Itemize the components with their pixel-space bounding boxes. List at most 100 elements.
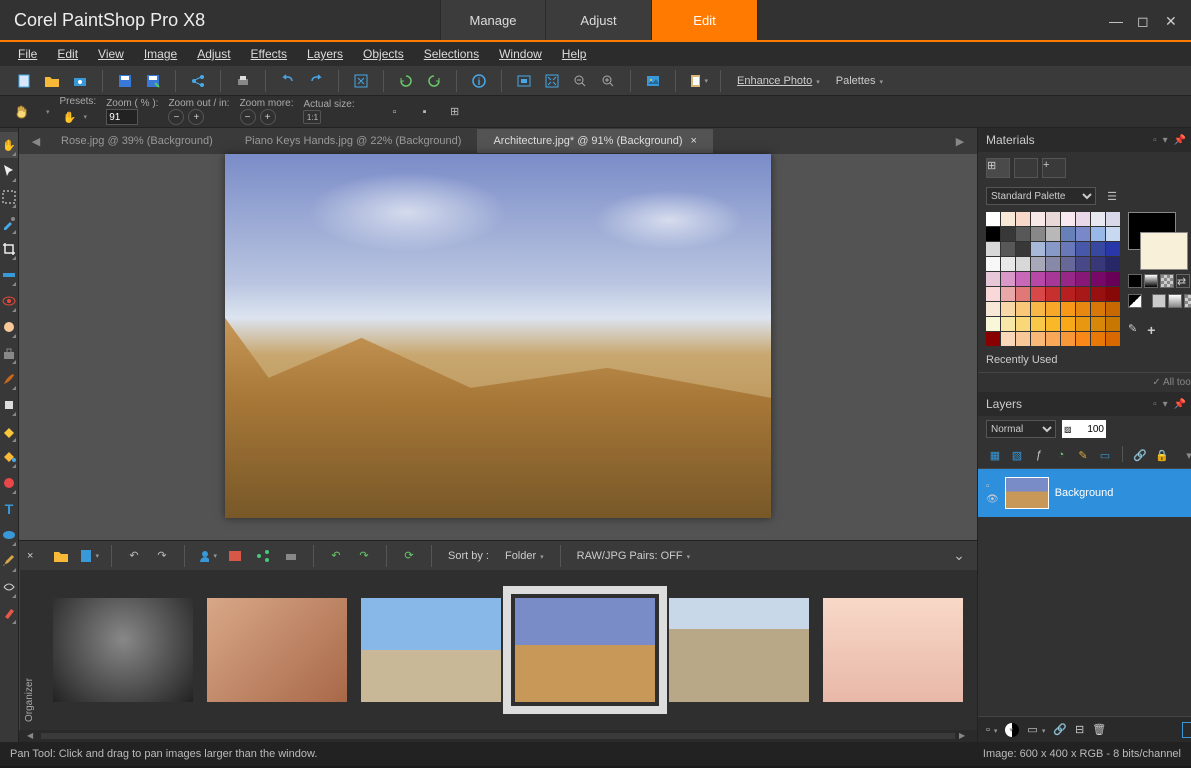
panel-dropdown-icon[interactable]: ▾ bbox=[1163, 399, 1168, 410]
color-swatch[interactable] bbox=[1106, 317, 1120, 331]
pan-tool[interactable]: ✋ bbox=[0, 132, 18, 158]
color-swatch[interactable] bbox=[1031, 302, 1045, 316]
browse-icon[interactable] bbox=[643, 71, 663, 91]
color-swatch[interactable] bbox=[1031, 317, 1045, 331]
delete-layer-button[interactable]: 🗑 bbox=[1092, 723, 1106, 736]
layer-mask-button[interactable]: ▭ bbox=[1027, 723, 1045, 736]
org-refresh-icon[interactable]: ⟳ bbox=[399, 546, 419, 566]
color-swatch[interactable] bbox=[1106, 257, 1120, 271]
color-swatch[interactable] bbox=[1001, 242, 1015, 256]
color-swatch[interactable] bbox=[1031, 242, 1045, 256]
style-gradient-icon[interactable] bbox=[1144, 274, 1158, 288]
zoom-out-button[interactable]: − bbox=[168, 109, 184, 125]
color-swatch[interactable] bbox=[1076, 227, 1090, 241]
panel-dropdown-icon[interactable]: ▾ bbox=[1163, 135, 1168, 146]
color-swatch[interactable] bbox=[1106, 302, 1120, 316]
color-swatch[interactable] bbox=[1061, 302, 1075, 316]
blend-mode-select[interactable]: Normal bbox=[986, 420, 1056, 438]
color-swatch[interactable] bbox=[1031, 332, 1045, 346]
color-swatch[interactable] bbox=[1046, 257, 1060, 271]
color-swatch[interactable] bbox=[1016, 332, 1030, 346]
materials-tab-rainbow[interactable] bbox=[1014, 158, 1038, 178]
color-swatch[interactable] bbox=[1016, 302, 1030, 316]
color-swatch[interactable] bbox=[1061, 227, 1075, 241]
print-icon[interactable] bbox=[233, 71, 253, 91]
background-color[interactable] bbox=[1140, 232, 1188, 270]
color-swatch[interactable] bbox=[1106, 212, 1120, 226]
fit-screen-icon[interactable] bbox=[514, 71, 534, 91]
layer-row-background[interactable]: ▫ 👁 Background bbox=[978, 469, 1191, 517]
scroll-right-icon[interactable]: ▶ bbox=[959, 731, 969, 741]
eraser-tool[interactable] bbox=[0, 418, 18, 444]
palette-list-icon[interactable]: ☰ bbox=[1102, 186, 1122, 206]
menu-layers[interactable]: Layers bbox=[299, 44, 351, 64]
lighten-tool[interactable] bbox=[0, 392, 18, 418]
color-swatch[interactable] bbox=[1046, 227, 1060, 241]
menu-image[interactable]: Image bbox=[136, 44, 185, 64]
add-swatch-icon[interactable]: + bbox=[1147, 322, 1155, 338]
organizer-close-icon[interactable]: × bbox=[27, 550, 43, 562]
style-solid-icon[interactable] bbox=[1128, 274, 1142, 288]
pen-tool[interactable] bbox=[0, 548, 18, 574]
org-people-icon[interactable] bbox=[197, 546, 217, 566]
new-raster-layer-icon[interactable]: ▦ bbox=[986, 446, 1004, 464]
palettes-menu[interactable]: Palettes bbox=[832, 75, 887, 87]
doc-tab-close-icon[interactable]: × bbox=[691, 135, 697, 147]
lock-layers-icon[interactable]: 🔒 bbox=[1153, 446, 1171, 464]
color-swatch[interactable] bbox=[986, 257, 1000, 271]
paint-brush-tool[interactable] bbox=[0, 366, 18, 392]
thumbnail[interactable] bbox=[823, 598, 963, 702]
color-swatch[interactable] bbox=[986, 302, 1000, 316]
color-swatch[interactable] bbox=[1001, 272, 1015, 286]
thumbnail[interactable] bbox=[361, 598, 501, 702]
color-swatch[interactable] bbox=[1106, 272, 1120, 286]
color-swatch[interactable] bbox=[1076, 242, 1090, 256]
color-swatch[interactable] bbox=[1001, 317, 1015, 331]
org-rotate-right-icon[interactable]: ↷ bbox=[152, 546, 172, 566]
open-folder-icon[interactable] bbox=[42, 71, 62, 91]
menu-file[interactable]: File bbox=[10, 44, 45, 64]
color-swatch[interactable] bbox=[1091, 212, 1105, 226]
share-icon[interactable] bbox=[188, 71, 208, 91]
color-swatch[interactable] bbox=[1061, 317, 1075, 331]
org-view-icon[interactable] bbox=[79, 546, 99, 566]
color-swatch[interactable] bbox=[1046, 302, 1060, 316]
panel-pin-icon[interactable]: 📌 bbox=[1174, 399, 1186, 410]
menu-view[interactable]: View bbox=[90, 44, 132, 64]
color-swatch[interactable] bbox=[1091, 257, 1105, 271]
materials-tab-swatch[interactable]: ⊞ bbox=[986, 158, 1010, 178]
style2-pattern-icon[interactable] bbox=[1184, 294, 1191, 308]
preset-hand-icon[interactable]: ✋ bbox=[60, 107, 80, 127]
menu-help[interactable]: Help bbox=[554, 44, 595, 64]
style-pattern-icon[interactable] bbox=[1160, 274, 1174, 288]
workspace-tab-edit[interactable]: Edit bbox=[652, 0, 758, 40]
pan-tool-icon[interactable] bbox=[12, 102, 32, 122]
thumbnail-selected[interactable] bbox=[515, 598, 655, 702]
pick-tool[interactable] bbox=[0, 158, 18, 184]
org-undo-icon[interactable]: ↶ bbox=[326, 546, 346, 566]
color-swatch[interactable] bbox=[1046, 272, 1060, 286]
color-swatch[interactable] bbox=[1046, 212, 1060, 226]
undo-history-icon[interactable] bbox=[396, 71, 416, 91]
redo-icon[interactable] bbox=[306, 71, 326, 91]
color-swatch[interactable] bbox=[1076, 302, 1090, 316]
color-swatch[interactable] bbox=[986, 242, 1000, 256]
color-swatch[interactable] bbox=[986, 227, 1000, 241]
new-group-icon[interactable]: ▭ bbox=[1096, 446, 1114, 464]
zoom-in-icon[interactable] bbox=[598, 71, 618, 91]
org-print-icon[interactable] bbox=[281, 546, 301, 566]
minimize-icon[interactable]: — bbox=[1109, 13, 1123, 27]
doc-tab-architecture[interactable]: Architecture.jpg* @ 91% (Background)× bbox=[477, 129, 713, 153]
color-swatch[interactable] bbox=[1031, 212, 1045, 226]
palette-select[interactable]: Standard Palette bbox=[986, 187, 1096, 205]
color-swatch[interactable] bbox=[1001, 257, 1015, 271]
color-swatch[interactable] bbox=[1001, 332, 1015, 346]
color-swatch[interactable] bbox=[1001, 227, 1015, 241]
zoom-more-in-button[interactable]: + bbox=[260, 109, 276, 125]
close-icon[interactable]: ✕ bbox=[1165, 13, 1179, 27]
color-swatch[interactable] bbox=[1031, 257, 1045, 271]
canvas-area[interactable] bbox=[19, 154, 977, 540]
scroll-left-icon[interactable]: ◀ bbox=[27, 731, 37, 741]
color-swatch[interactable] bbox=[1061, 212, 1075, 226]
camera-icon[interactable] bbox=[70, 71, 90, 91]
